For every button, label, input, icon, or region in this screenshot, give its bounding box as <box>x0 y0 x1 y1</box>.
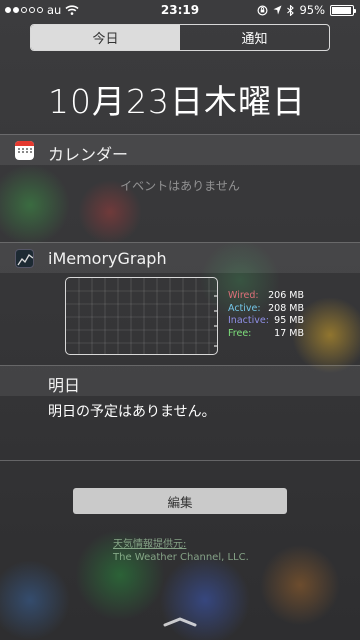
tomorrow-header: 明日 <box>0 366 360 396</box>
orientation-lock-icon <box>257 4 268 16</box>
tomorrow-title: 明日 <box>48 376 81 395</box>
weather-credit-label[interactable]: 天気情報提供元: <box>113 538 249 551</box>
memory-stat-label: Inactive: <box>228 315 269 326</box>
tomorrow-text: 明日の予定はありません。 <box>48 404 216 420</box>
status-right: 95% <box>257 3 356 17</box>
memory-graph-grid <box>66 278 217 354</box>
battery-icon <box>330 4 356 16</box>
memory-widget-title: iMemoryGraph <box>48 249 167 268</box>
view-segmented-control: 今日 通知 <box>30 24 330 51</box>
memory-stat-row: Active: 208 MB <box>228 303 304 316</box>
memory-stat-row: Wired: 206 MB <box>228 290 304 303</box>
memory-stat-label: Wired: <box>228 290 259 301</box>
calendar-icon <box>15 141 34 160</box>
memory-stat-label: Free: <box>228 327 252 339</box>
battery-percent: 95% <box>299 3 325 17</box>
location-arrow-icon <box>273 5 282 15</box>
edit-button[interactable]: 編集 <box>73 488 287 514</box>
calendar-title: カレンダー <box>48 145 129 164</box>
memory-stat-value: 206 MB <box>268 290 304 301</box>
divider <box>0 460 360 461</box>
close-handle-icon[interactable] <box>162 616 198 628</box>
status-bar: au 23:19 95% <box>0 0 360 20</box>
tab-notifications[interactable]: 通知 <box>180 25 329 50</box>
memory-stat-row: Free: 17 MB <box>228 328 304 341</box>
calendar-header[interactable]: カレンダー <box>0 135 360 165</box>
tab-today[interactable]: 今日 <box>31 25 180 50</box>
memory-stat-label: Active: <box>228 302 261 314</box>
date-heading: 10月23日木曜日 <box>48 82 306 121</box>
memory-stat-value: 208 MB <box>268 302 304 314</box>
memory-stats: Wired: 206 MB Active: 208 MB Inactive: 95 MB F… <box>228 290 304 340</box>
bluetooth-icon <box>287 4 295 16</box>
memory-stat-value: 17 MB <box>274 327 304 339</box>
memory-stat-value: 95 MB <box>274 315 304 326</box>
memory-widget-header[interactable]: iMemoryGraph <box>0 243 360 273</box>
no-events-text: イベントはありません <box>120 179 240 193</box>
memory-stat-row: Inactive: 95 MB <box>228 315 304 328</box>
memory-graph-app-icon <box>15 249 34 268</box>
weather-credit: 天気情報提供元: The Weather Channel, LLC. <box>113 538 249 564</box>
memory-graph <box>65 277 218 355</box>
weather-credit-source: The Weather Channel, LLC. <box>113 552 249 563</box>
